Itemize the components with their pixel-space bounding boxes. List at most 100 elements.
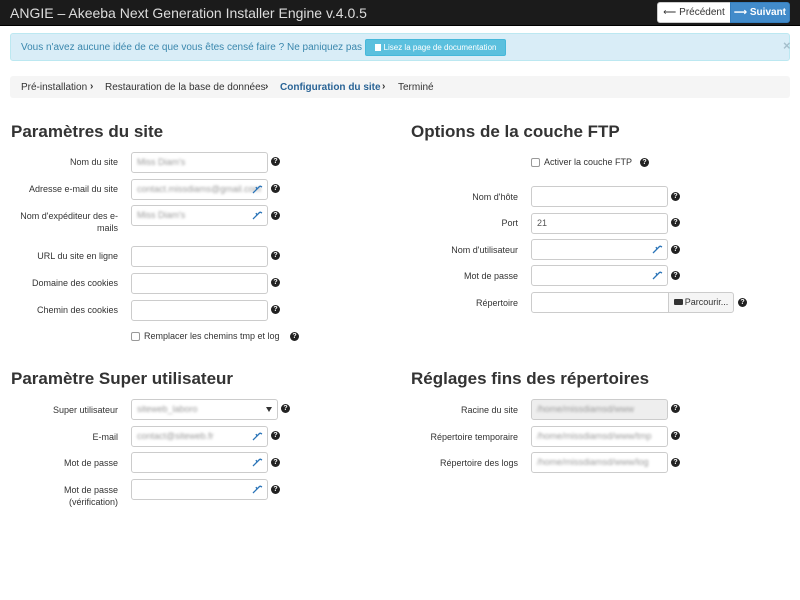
breadcrumb-item-db-restore: Restauration de la base de données [105,82,266,93]
enable-ftp-checkbox[interactable] [531,158,540,167]
superuser-email-input[interactable]: contact@siteweb.fr [131,426,268,447]
help-icon[interactable]: ? [738,298,747,307]
ftp-dir-label: Répertoire [475,298,518,308]
directories-title: Réglages fins des répertoires [411,369,650,388]
help-icon[interactable]: ? [671,431,680,440]
ftp-port-value: 21 [537,218,548,228]
tmp-dir-value: /home/missdiamsd/www/tmp [537,431,652,441]
key-icon[interactable] [651,269,663,281]
key-icon[interactable] [251,209,263,221]
cookie-path-input[interactable] [131,300,268,321]
help-icon[interactable]: ? [271,157,280,166]
next-button[interactable]: ⟶ Suivant [730,2,790,23]
sender-name-label: Nom d'expéditeur des e-mails [20,211,118,233]
help-icon[interactable]: ? [671,192,680,201]
help-icon[interactable]: ? [271,485,280,494]
superuser-email-label: E-mail [92,432,118,442]
breadcrumb-item-site-config: Configuration du site [280,82,381,93]
ftp-host-label: Nom d'hôte [472,192,518,202]
help-icon[interactable]: ? [271,211,280,220]
key-icon[interactable] [251,456,263,468]
next-button-label: Suivant [749,7,787,18]
alert-text: Vous n'avez aucune idée de ce que vous ê… [21,42,368,53]
log-dir-input[interactable]: /home/missdiamsd/www/log [531,452,668,473]
arrow-right-icon: ⟶ [733,7,747,17]
site-email-label: Adresse e-mail du site [28,184,118,194]
help-icon[interactable]: ? [671,271,680,280]
documentation-button[interactable]: Lisez la page de documentation [365,39,506,56]
superuser-label: Super utilisateur [52,405,118,415]
tmp-dir-label: Répertoire temporaire [430,432,518,442]
superuser-pass-label: Mot de passe [63,458,118,468]
key-icon[interactable] [651,243,663,255]
breadcrumb: Pré-installation › Restauration de la ba… [10,76,790,98]
sender-name-input[interactable]: Miss Diam's [131,205,268,226]
close-icon[interactable]: × [783,39,791,52]
help-icon[interactable]: ? [671,458,680,467]
site-name-input[interactable]: Miss Diam's [131,152,268,173]
replace-paths-checkbox[interactable] [131,332,140,341]
ftp-options-title: Options de la couche FTP [411,122,620,141]
previous-button-label: Précédent [679,7,725,18]
tmp-dir-input[interactable]: /home/missdiamsd/www/tmp [531,426,668,447]
ftp-dir-input[interactable] [531,292,669,313]
help-icon[interactable]: ? [290,332,299,341]
superuser-title: Paramètre Super utilisateur [11,369,234,388]
help-icon[interactable]: ? [271,184,280,193]
help-icon[interactable]: ? [271,458,280,467]
help-icon[interactable]: ? [271,278,280,287]
superuser-value: siteweb_laboro [137,404,198,414]
help-icon[interactable]: ? [281,404,290,413]
info-alert: Vous n'avez aucune idée de ce que vous ê… [10,33,791,61]
key-icon[interactable] [251,430,263,442]
help-icon[interactable]: ? [271,431,280,440]
site-email-input[interactable]: contact.missdiams@gmail.com [131,179,268,200]
log-dir-value: /home/missdiamsd/www/log [537,457,649,467]
site-root-input: /home/missdiamsd/www [531,399,668,420]
ftp-user-input[interactable] [531,239,668,260]
cookie-domain-label: Domaine des cookies [31,278,118,288]
log-dir-label: Répertoire des logs [439,458,518,468]
live-url-label: URL du site en ligne [37,251,118,261]
superuser-email-value: contact@siteweb.fr [137,431,214,441]
ftp-host-input[interactable] [531,186,668,207]
enable-ftp-label: Activer la couche FTP [544,157,633,167]
superuser-pass2-label: Mot de passe (vérification) [63,485,118,507]
cookie-path-label: Chemin des cookies [36,305,118,315]
browse-button-label: Parcourir... [684,297,729,307]
help-icon[interactable]: ? [671,218,680,227]
ftp-port-input[interactable]: 21 [531,213,668,234]
cookie-domain-input[interactable] [131,273,268,294]
chevron-down-icon [266,407,272,412]
app-title: ANGIE – Akeeba Next Generation Installer… [10,5,367,21]
site-root-label: Racine du site [460,405,518,415]
previous-button[interactable]: ⟵ Précédent [657,2,731,23]
superuser-pass-input[interactable] [131,452,268,473]
site-settings-title: Paramètres du site [11,122,164,141]
documentation-button-label: Lisez la page de documentation [383,43,497,52]
replace-paths-label: Remplacer les chemins tmp et log [144,331,280,341]
superuser-select[interactable]: siteweb_laboro [131,399,278,420]
help-icon[interactable]: ? [271,251,280,260]
site-name-value: Miss Diam's [137,157,186,167]
chevron-right-icon: › [382,81,386,92]
site-root-value: /home/missdiamsd/www [537,404,635,414]
help-icon[interactable]: ? [671,245,680,254]
key-icon[interactable] [251,483,263,495]
ftp-pass-input[interactable] [531,265,668,286]
ftp-port-label: Port [501,218,518,228]
site-name-label: Nom du site [69,157,118,167]
ftp-pass-label: Mot de passe [463,271,518,281]
breadcrumb-item-preinstall: Pré-installation [21,82,88,93]
live-url-input[interactable] [131,246,268,267]
site-email-value: contact.missdiams@gmail.com [137,184,262,194]
breadcrumb-item-done: Terminé [398,82,434,93]
help-icon[interactable]: ? [640,158,649,167]
help-icon[interactable]: ? [271,305,280,314]
help-icon[interactable]: ? [671,404,680,413]
superuser-pass2-input[interactable] [131,479,268,500]
book-icon [374,44,381,51]
sender-name-value: Miss Diam's [137,210,186,220]
browse-button[interactable]: Parcourir... [668,292,734,313]
key-icon[interactable] [251,183,263,195]
